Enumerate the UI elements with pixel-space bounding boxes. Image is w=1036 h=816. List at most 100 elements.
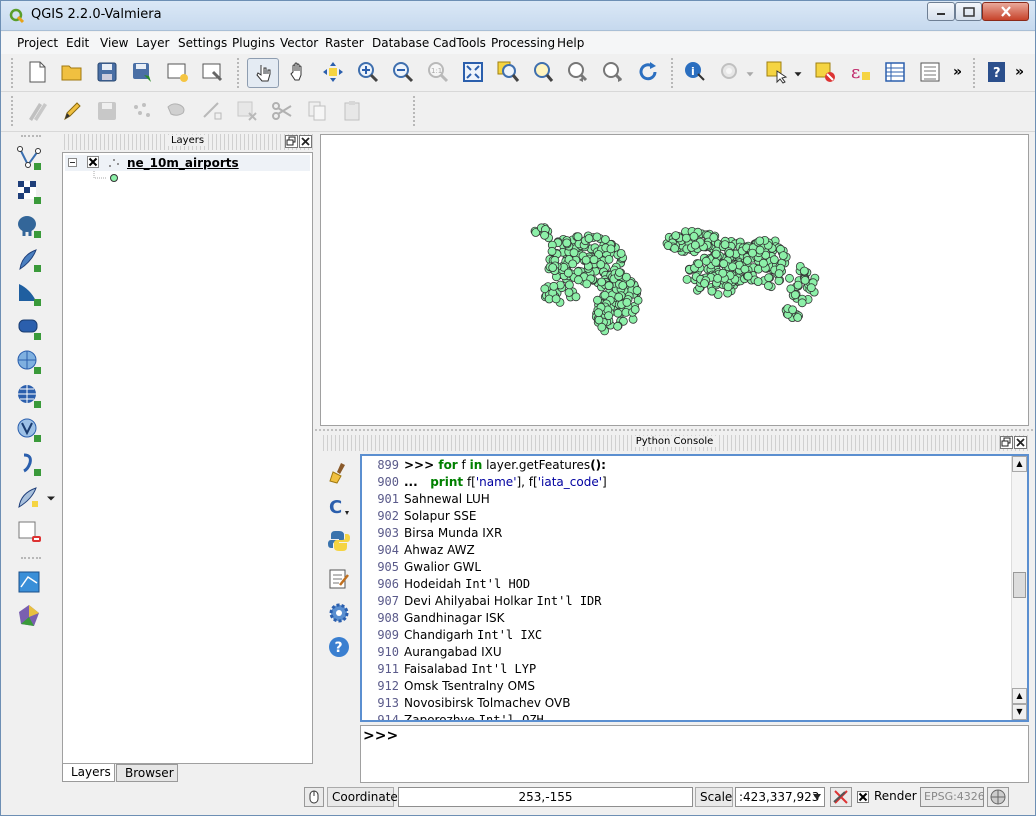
identify-features-button[interactable]: i — [681, 58, 709, 86]
qgis-cloud-button[interactable] — [15, 568, 43, 596]
zoom-next-button[interactable] — [599, 58, 627, 86]
add-mssql-layer-button[interactable] — [15, 280, 43, 308]
move-feature-button[interactable] — [163, 97, 191, 125]
new-print-composer-button[interactable] — [163, 58, 191, 86]
zoom-last-button[interactable] — [564, 58, 592, 86]
select-by-expression-button[interactable]: ε — [846, 58, 874, 86]
pan-to-selection-button[interactable] — [319, 58, 347, 86]
add-wms-layer-button[interactable] — [15, 348, 43, 376]
toolbar-grip[interactable] — [671, 58, 677, 88]
scroll-down-button[interactable]: ▼ — [1012, 704, 1027, 720]
run-feature-action-button[interactable] — [716, 58, 744, 86]
visibility-checkbox[interactable] — [87, 156, 99, 168]
maximize-button[interactable] — [955, 2, 982, 21]
close-console-button[interactable] — [1014, 436, 1027, 449]
menu-database[interactable]: Database — [372, 36, 429, 50]
menu-settings[interactable]: Settings — [178, 36, 227, 50]
add-postgis-layer-button[interactable] — [15, 212, 43, 240]
menu-help[interactable]: Help — [557, 36, 584, 50]
copy-features-button[interactable] — [303, 97, 331, 125]
toolbar-grip[interactable] — [21, 135, 41, 139]
crs-globe-button[interactable] — [987, 787, 1009, 807]
crs-status-button[interactable]: EPSG:4326 — [920, 787, 985, 807]
toolbar-grip[interactable] — [11, 58, 17, 88]
scroll-thumb[interactable] — [1013, 572, 1026, 598]
render-checkbox[interactable] — [857, 791, 869, 803]
paste-features-button[interactable] — [338, 97, 366, 125]
stop-rendering-button[interactable] — [830, 787, 852, 807]
add-delimited-text-layer-button[interactable] — [15, 450, 43, 478]
menu-edit[interactable]: Edit — [66, 36, 89, 50]
map-canvas[interactable] — [320, 134, 1029, 426]
add-wfs-layer-button[interactable] — [15, 416, 43, 444]
collapse-icon[interactable] — [68, 158, 77, 167]
node-tool-button[interactable] — [198, 97, 226, 125]
tab-browser[interactable]: Browser — [116, 764, 178, 782]
console-output[interactable]: 899 >>> for f in layer.getFeatures(): 900.… — [360, 454, 1029, 722]
layer-item[interactable]: ne_10m_airports — [65, 155, 310, 171]
delete-selected-button[interactable] — [233, 97, 261, 125]
toolbar-grip[interactable] — [11, 96, 17, 126]
layer-name[interactable]: ne_10m_airports — [127, 156, 239, 170]
toggle-editing-button[interactable] — [58, 97, 86, 125]
import-class-button[interactable]: C — [324, 493, 354, 521]
select-dropdown-button[interactable] — [791, 60, 805, 88]
open-attribute-table-button[interactable] — [881, 58, 909, 86]
minimize-button[interactable] — [927, 2, 955, 21]
scroll-up-button[interactable]: ▲ — [1012, 456, 1027, 472]
zoom-actual-size-button[interactable]: 1:1 — [424, 58, 452, 86]
save-as-button[interactable] — [128, 58, 156, 86]
menu-vector[interactable]: Vector — [280, 36, 318, 50]
console-help-button[interactable]: ? — [324, 633, 354, 661]
coordinate-field[interactable]: 253,-155 — [398, 787, 693, 807]
whats-this-button[interactable]: ? — [983, 58, 1011, 86]
new-project-button[interactable] — [23, 58, 51, 86]
zoom-out-button[interactable] — [389, 58, 417, 86]
zoom-to-layer-button[interactable] — [494, 58, 522, 86]
new-layer-dropdown-button[interactable] — [45, 484, 57, 512]
close-panel-button[interactable] — [299, 135, 312, 148]
geometry-plugin-button[interactable] — [15, 602, 43, 630]
console-input[interactable]: >>> — [360, 725, 1029, 783]
toolbar-grip[interactable] — [973, 58, 979, 88]
save-edits-button[interactable] — [93, 97, 121, 125]
composer-manager-button[interactable] — [198, 58, 226, 86]
menu-raster[interactable]: Raster — [325, 36, 364, 50]
touch-zoom-pan-button[interactable] — [247, 58, 279, 88]
zoom-in-button[interactable] — [354, 58, 382, 86]
new-shapefile-layer-button[interactable] — [15, 484, 43, 512]
menu-plugins[interactable]: Plugins — [232, 36, 275, 50]
clear-console-button[interactable] — [324, 459, 354, 487]
save-project-button[interactable] — [93, 58, 121, 86]
menu-processing[interactable]: Processing — [491, 36, 555, 50]
console-settings-button[interactable] — [324, 599, 354, 627]
toolbar-grip[interactable] — [413, 96, 419, 126]
deselect-all-button[interactable] — [811, 58, 839, 86]
add-oracle-layer-button[interactable] — [15, 314, 43, 342]
run-command-button[interactable] — [324, 527, 354, 555]
open-project-button[interactable] — [58, 58, 86, 86]
toggle-extents-button[interactable] — [304, 787, 324, 807]
menu-layer[interactable]: Layer — [136, 36, 169, 50]
add-feature-button[interactable] — [128, 97, 156, 125]
scroll-up-button-lower[interactable]: ▲ — [1012, 688, 1027, 704]
toolbar-grip[interactable] — [237, 58, 243, 88]
add-spatialite-layer-button[interactable] — [15, 246, 43, 274]
show-editor-button[interactable] — [324, 565, 354, 593]
vertical-scrollbar[interactable]: ▲ ▲ ▼ — [1011, 456, 1027, 720]
refresh-button[interactable] — [634, 58, 662, 86]
action-dropdown-button[interactable] — [743, 60, 757, 88]
zoom-to-selection-button[interactable] — [529, 58, 557, 86]
statistics-button[interactable] — [916, 58, 944, 86]
toolbar-grip[interactable] — [21, 557, 41, 561]
float-console-button[interactable] — [1000, 436, 1013, 449]
menu-view[interactable]: View — [100, 36, 128, 50]
toolbar-overflow-button[interactable]: » — [953, 64, 962, 80]
add-wcs-layer-button[interactable] — [15, 382, 43, 410]
cut-features-button[interactable] — [268, 97, 296, 125]
select-features-button[interactable] — [763, 58, 791, 86]
add-vector-layer-button[interactable] — [15, 144, 43, 172]
tab-layers[interactable]: Layers — [62, 764, 115, 782]
pan-map-button[interactable] — [284, 58, 312, 86]
float-panel-button[interactable] — [285, 135, 298, 148]
